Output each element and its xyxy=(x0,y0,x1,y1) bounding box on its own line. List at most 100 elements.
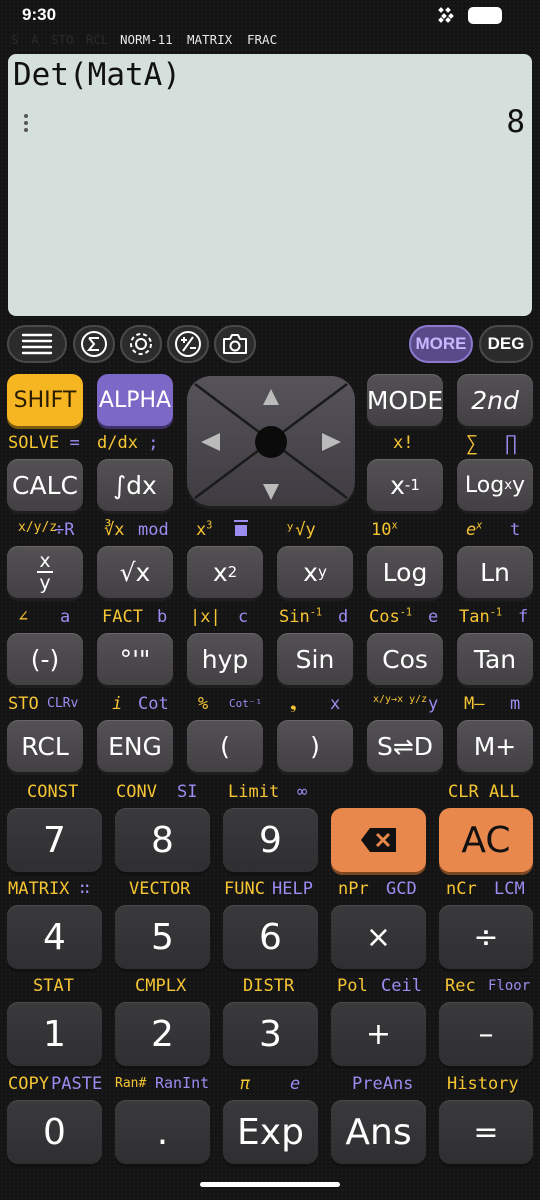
plus-minus-button[interactable] xyxy=(167,325,209,363)
ac-key[interactable]: AC xyxy=(439,808,533,872)
label-f: f xyxy=(518,607,529,627)
cos-key[interactable]: Cos xyxy=(367,633,443,685)
label-y-root: ʸ√y xyxy=(285,520,316,540)
ans-key[interactable]: Ans xyxy=(331,1100,426,1164)
open-paren-key[interactable]: ( xyxy=(187,720,263,772)
ln-key[interactable]: Ln xyxy=(457,546,533,598)
second-key[interactable]: 2nd xyxy=(457,374,533,426)
more-vertical-icon[interactable] xyxy=(24,114,30,135)
label-e-power: ex xyxy=(466,520,483,540)
label-angle: ∠ xyxy=(18,607,29,627)
s-to-d-key[interactable]: S⇌D xyxy=(367,720,443,772)
label-conv: CONV xyxy=(116,782,157,802)
label-ranint: RanInt xyxy=(155,1074,210,1092)
label-vector: VECTOR xyxy=(129,879,191,899)
negative-key[interactable]: (-) xyxy=(7,633,83,685)
deg-button[interactable]: DEG xyxy=(479,325,533,363)
label-factorial: x! xyxy=(393,433,414,453)
gear-icon xyxy=(130,333,152,355)
label-rec: Rec xyxy=(445,976,476,996)
power-key[interactable]: xy xyxy=(277,546,353,598)
log-base-key[interactable]: Log x y xyxy=(457,459,533,511)
label-help: HELP xyxy=(272,879,313,899)
more-button[interactable]: MORE xyxy=(409,325,473,363)
multiply-key[interactable]: × xyxy=(331,905,426,969)
direction-pad[interactable] xyxy=(187,376,355,506)
label-sto: STO xyxy=(8,694,39,714)
label-gcd: GCD xyxy=(386,879,417,899)
sqrt-key[interactable]: √x xyxy=(97,546,173,598)
indicator-shift: S xyxy=(11,32,19,47)
backspace-key[interactable] xyxy=(331,808,426,872)
label-lcm: LCM xyxy=(494,879,525,899)
label-mixed-fraction: x/y/z xyxy=(18,520,58,535)
menu-button[interactable] xyxy=(7,325,67,363)
tan-key[interactable]: Tan xyxy=(457,633,533,685)
four-key[interactable]: 4 xyxy=(7,905,102,969)
one-key[interactable]: 1 xyxy=(7,1002,102,1066)
shift-key[interactable]: SHIFT xyxy=(7,374,83,426)
home-indicator[interactable] xyxy=(200,1182,340,1187)
plus-key[interactable]: + xyxy=(331,1002,426,1066)
rcl-key[interactable]: RCL xyxy=(7,720,83,772)
label-comma: ❟ xyxy=(290,694,297,714)
label-distr: DISTR xyxy=(243,976,295,996)
integral-key[interactable]: ∫dx xyxy=(97,459,173,511)
six-key[interactable]: 6 xyxy=(223,905,318,969)
calc-key[interactable]: CALC xyxy=(7,459,83,511)
label-to-remainder: ÷R xyxy=(54,520,75,540)
sin-key[interactable]: Sin xyxy=(277,633,353,685)
hyp-key[interactable]: hyp xyxy=(187,633,263,685)
decimal-key[interactable]: . xyxy=(115,1100,210,1164)
label-cot: Cot xyxy=(138,694,169,714)
close-paren-key[interactable]: ) xyxy=(277,720,353,772)
three-key[interactable]: 3 xyxy=(223,1002,318,1066)
label-e-var: e xyxy=(428,607,439,627)
alpha-key[interactable]: ALPHA xyxy=(97,374,173,426)
label-frac-convert: x/y→x y/z xyxy=(373,694,428,705)
label-cos-inverse: Cos-1 xyxy=(369,607,412,627)
label-cot-inverse: Cot⁻¹ xyxy=(229,697,263,710)
label-cube-root: ∛x xyxy=(104,520,125,540)
lcd-display[interactable]: Det(MatA) 8 xyxy=(8,54,532,316)
exp-key[interactable]: Exp xyxy=(223,1100,318,1164)
label-const: CONST xyxy=(27,782,79,802)
label-x: x xyxy=(330,694,341,714)
nine-key[interactable]: 9 xyxy=(223,808,318,872)
label-a: a xyxy=(60,607,71,627)
inverse-key[interactable]: x -1 xyxy=(367,459,443,511)
two-key[interactable]: 2 xyxy=(115,1002,210,1066)
log-key[interactable]: Log xyxy=(367,546,443,598)
minus-key[interactable]: – xyxy=(439,1002,533,1066)
square-key[interactable]: x2 xyxy=(187,546,263,598)
camera-button[interactable] xyxy=(214,325,256,363)
sum-button[interactable] xyxy=(73,325,115,363)
eng-key[interactable]: ENG xyxy=(97,720,173,772)
fraction-key[interactable]: xy xyxy=(7,546,83,598)
settings-button[interactable] xyxy=(120,325,162,363)
label-floor: Floor xyxy=(488,978,531,994)
indicator-matrix: MATRIX xyxy=(187,32,233,47)
label-preans: PreAns xyxy=(352,1074,414,1094)
arrow-down-icon[interactable] xyxy=(263,484,279,500)
arrow-up-icon[interactable] xyxy=(263,389,279,405)
label-func: FUNC xyxy=(224,879,265,899)
sigma-icon xyxy=(81,331,107,357)
label-pol: Pol xyxy=(337,976,368,996)
eight-key[interactable]: 8 xyxy=(115,808,210,872)
arrow-right-icon[interactable] xyxy=(322,433,341,451)
divide-key[interactable]: ÷ xyxy=(439,905,533,969)
equals-key[interactable]: = xyxy=(439,1100,533,1164)
indicator-rcl: RCL xyxy=(86,32,109,47)
seven-key[interactable]: 7 xyxy=(7,808,102,872)
m-plus-key[interactable]: M+ xyxy=(457,720,533,772)
zero-key[interactable]: 0 xyxy=(7,1100,102,1164)
arrow-left-icon[interactable] xyxy=(201,433,220,451)
label-ten-power: 10x xyxy=(371,520,398,540)
five-key[interactable]: 5 xyxy=(115,905,210,969)
mode-key[interactable]: MODE xyxy=(367,374,443,426)
label-b: b xyxy=(157,607,168,627)
label-solve: SOLVE = xyxy=(8,433,80,453)
degree-key[interactable]: °'" xyxy=(97,633,173,685)
label-si: SI xyxy=(177,782,198,802)
